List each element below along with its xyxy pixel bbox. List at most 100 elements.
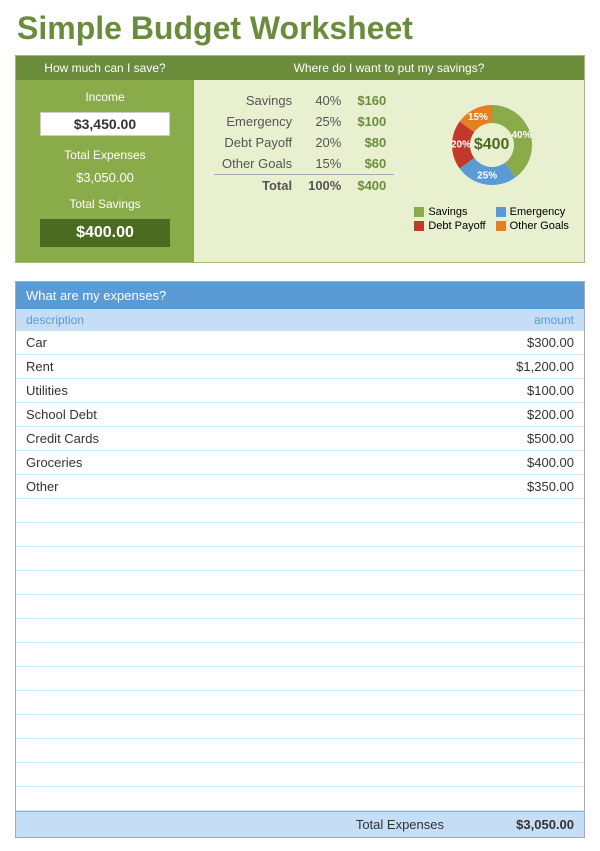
expense-desc-empty[interactable] [26, 695, 454, 710]
expense-amt-empty[interactable] [454, 623, 574, 638]
footer-value: $3,050.00 [454, 817, 574, 832]
col-desc-header: description [26, 313, 454, 327]
expense-desc-empty[interactable] [26, 575, 454, 590]
legend-label: Savings [428, 206, 467, 218]
income-label: Income [85, 90, 124, 104]
chart-legend: Savings Emergency Debt Payoff Other Goal… [414, 206, 569, 232]
legend-item-savings: Savings [414, 206, 485, 218]
expense-amt-empty[interactable] [454, 551, 574, 566]
savings-row-pct: 25% [300, 111, 349, 132]
donut-label-emergency: 25% [477, 170, 497, 181]
expense-row-empty[interactable] [16, 571, 584, 595]
col-amt-header: amount [454, 313, 574, 327]
savings-row-label: Debt Payoff [214, 132, 300, 153]
savings-row-pct: 20% [300, 132, 349, 153]
legend-dot [414, 207, 424, 217]
expense-desc-empty[interactable] [26, 671, 454, 686]
income-input[interactable] [40, 112, 170, 136]
expense-amt-empty[interactable] [454, 695, 574, 710]
expense-amt-empty[interactable] [454, 575, 574, 590]
expense-row: Utilities $100.00 [16, 379, 584, 403]
top-body: Income Total Expenses $3,050.00 Total Sa… [16, 80, 584, 262]
expenses-header: What are my expenses? [16, 282, 584, 309]
expense-row: Other $350.00 [16, 475, 584, 499]
legend-item-other-goals: Other Goals [496, 220, 569, 232]
expense-amt-empty[interactable] [454, 767, 574, 782]
savings-table: Savings 40% $160 Emergency 25% $100 Debt… [214, 90, 394, 196]
legend-dot [414, 221, 424, 231]
savings-row-label: Savings [214, 90, 300, 111]
expense-row-empty[interactable] [16, 523, 584, 547]
expense-desc-empty[interactable] [26, 719, 454, 734]
expense-amt-empty[interactable] [454, 599, 574, 614]
expense-desc: Credit Cards [26, 431, 454, 446]
expense-row-empty[interactable] [16, 499, 584, 523]
expense-desc: Other [26, 479, 454, 494]
expense-row: Rent $1,200.00 [16, 355, 584, 379]
expense-row: Credit Cards $500.00 [16, 427, 584, 451]
expense-amt-empty[interactable] [454, 671, 574, 686]
expense-amt-empty[interactable] [454, 719, 574, 734]
expense-desc: Rent [26, 359, 454, 374]
expense-desc-empty[interactable] [26, 623, 454, 638]
expense-amt-empty[interactable] [454, 503, 574, 518]
savings-row-amt: $160 [349, 90, 394, 111]
expense-row-empty[interactable] [16, 667, 584, 691]
legend-item-debt-payoff: Debt Payoff [414, 220, 485, 232]
expense-desc-empty[interactable] [26, 527, 454, 542]
legend-dot [496, 207, 506, 217]
expense-row-empty[interactable] [16, 691, 584, 715]
expense-desc-empty[interactable] [26, 599, 454, 614]
expense-row: Groceries $400.00 [16, 451, 584, 475]
expense-desc-empty[interactable] [26, 647, 454, 662]
expense-rows: Car $300.00 Rent $1,200.00 Utilities $10… [16, 331, 584, 811]
expense-row-empty[interactable] [16, 619, 584, 643]
header-left: How much can I save? [16, 56, 194, 80]
expense-desc-empty[interactable] [26, 767, 454, 782]
top-section: How much can I save? Where do I want to … [15, 55, 585, 263]
expense-amt-empty[interactable] [454, 527, 574, 542]
total-savings-value: $400.00 [40, 219, 170, 247]
expense-amt-empty[interactable] [454, 743, 574, 758]
expense-desc: Groceries [26, 455, 454, 470]
expense-row-empty[interactable] [16, 715, 584, 739]
savings-row-pct: 40% [300, 90, 349, 111]
expenses-section: What are my expenses? description amount… [15, 281, 585, 838]
expense-row-empty[interactable] [16, 595, 584, 619]
expense-row: School Debt $200.00 [16, 403, 584, 427]
expense-row-empty[interactable] [16, 787, 584, 811]
legend-dot [496, 221, 506, 231]
expense-desc-empty[interactable] [26, 551, 454, 566]
expenses-footer: Total Expenses $3,050.00 [16, 811, 584, 837]
legend-label: Emergency [510, 206, 566, 218]
savings-row-amt: $60 [349, 153, 394, 175]
expense-desc: Utilities [26, 383, 454, 398]
expense-amt-empty[interactable] [454, 647, 574, 662]
savings-row-label: Emergency [214, 111, 300, 132]
expense-amt-empty[interactable] [454, 791, 574, 806]
footer-label: Total Expenses [26, 817, 454, 832]
donut-chart: 40%25%20%15% $400 [437, 90, 547, 200]
savings-row-pct: 100% [300, 175, 349, 197]
expenses-subheader: description amount [16, 309, 584, 331]
savings-row-label: Other Goals [214, 153, 300, 175]
savings-row-label: Total [214, 175, 300, 197]
legend-label: Other Goals [510, 220, 569, 232]
savings-row-pct: 15% [300, 153, 349, 175]
expense-amt: $500.00 [454, 431, 574, 446]
expense-row-empty[interactable] [16, 547, 584, 571]
expense-desc-empty[interactable] [26, 791, 454, 806]
donut-label-savings: 40% [511, 130, 531, 141]
expense-row: Car $300.00 [16, 331, 584, 355]
expense-desc-empty[interactable] [26, 743, 454, 758]
expense-amt: $300.00 [454, 335, 574, 350]
expense-amt: $200.00 [454, 407, 574, 422]
savings-row-amt: $400 [349, 175, 394, 197]
expense-row-empty[interactable] [16, 643, 584, 667]
total-expenses-value: $3,050.00 [76, 170, 134, 185]
savings-row-amt: $100 [349, 111, 394, 132]
expense-row-empty[interactable] [16, 739, 584, 763]
expense-row-empty[interactable] [16, 763, 584, 787]
chart-area: 40%25%20%15% $400 Savings Emergency Debt… [409, 90, 574, 232]
expense-desc-empty[interactable] [26, 503, 454, 518]
